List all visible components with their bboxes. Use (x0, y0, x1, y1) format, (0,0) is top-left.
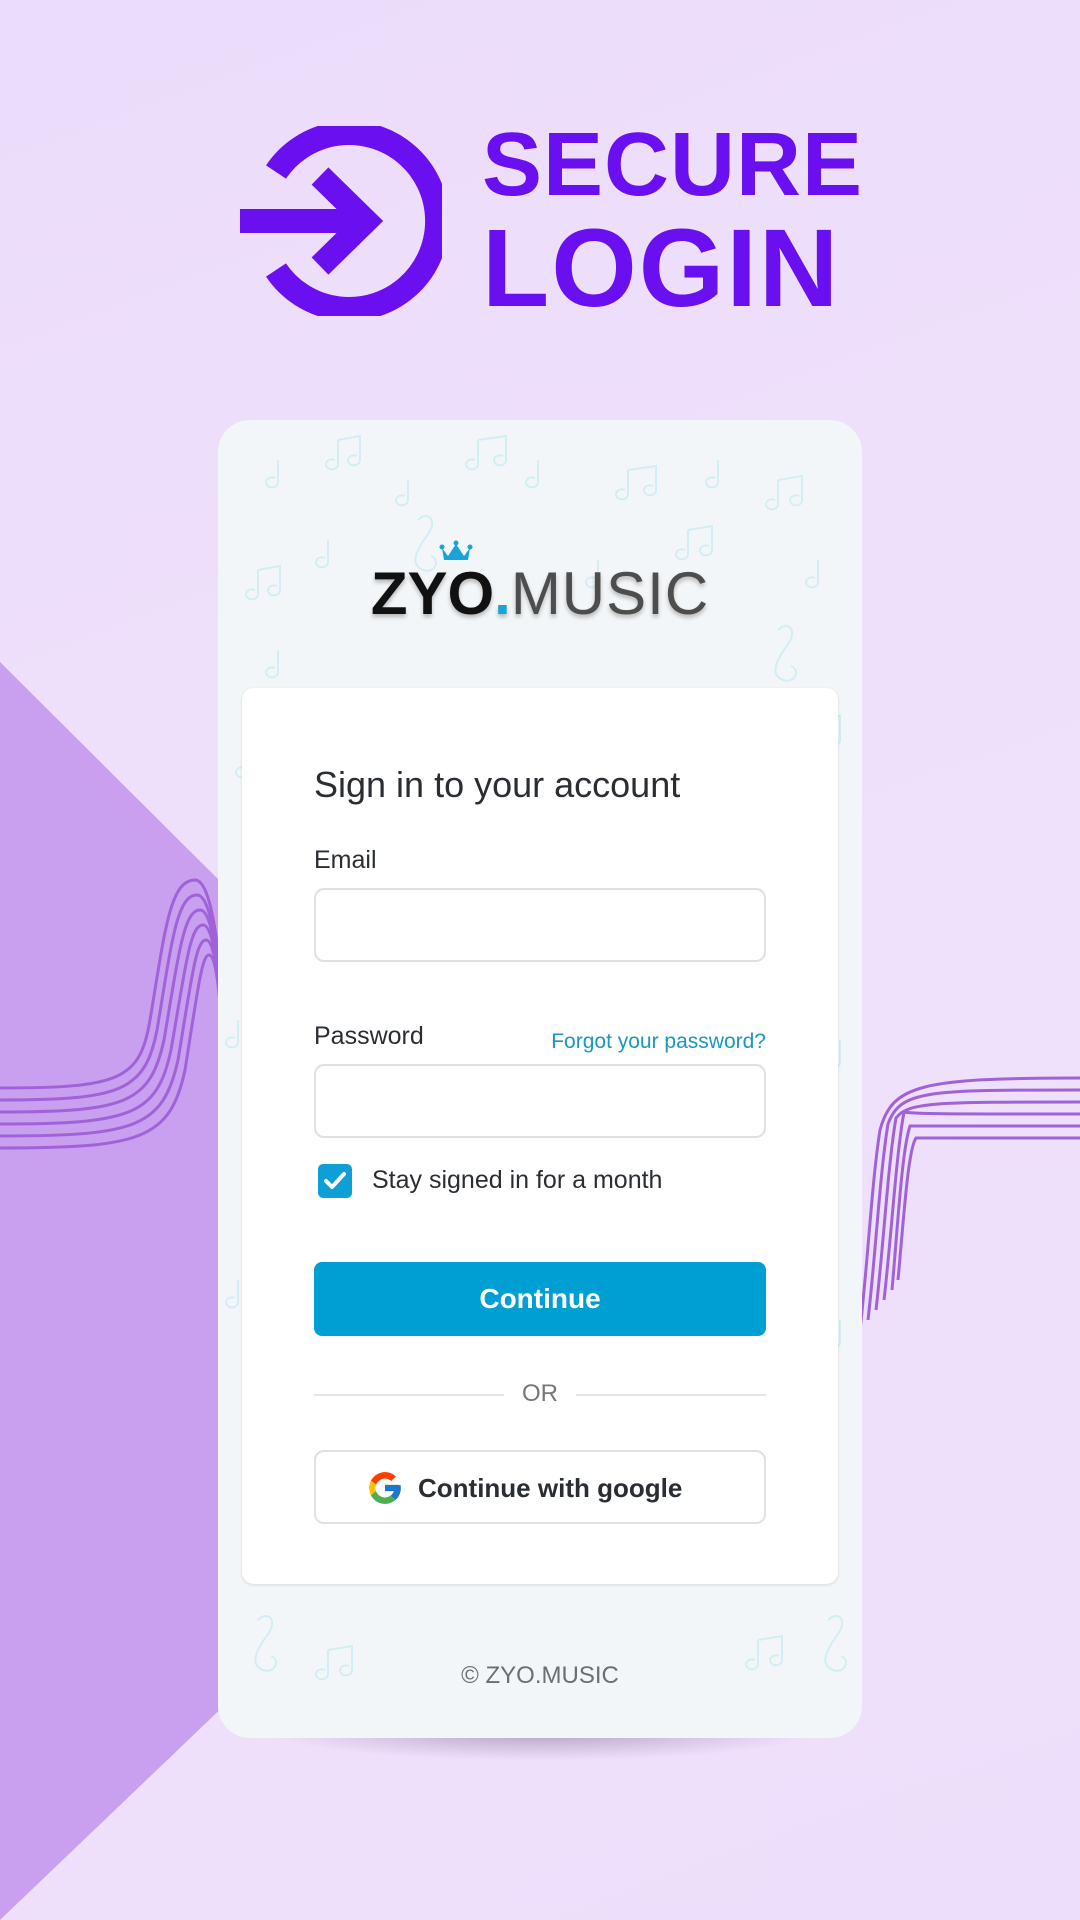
remember-me-label: Stay signed in for a month (372, 1166, 663, 1194)
checkmark-icon (324, 1172, 346, 1189)
continue-with-google-button[interactable]: Continue with google (314, 1450, 766, 1524)
brand-wordmark: ZYO.MUSIC (218, 558, 862, 630)
brand-logo: ZYO.MUSIC (218, 540, 862, 650)
continue-button[interactable]: Continue (314, 1262, 766, 1336)
remember-me-checkbox[interactable] (318, 1164, 352, 1198)
brand-name-dot: . (494, 560, 511, 627)
sign-in-form: Sign in to your account Email Password F… (242, 688, 838, 1584)
password-input[interactable] (314, 1064, 766, 1138)
divider-line-right (576, 1394, 766, 1396)
hero-title-line2: LOGIN (482, 207, 841, 330)
login-arrow-circle-icon (240, 126, 442, 316)
login-screen: ZYO.MUSIC Sign in to your account Email … (218, 420, 862, 1738)
form-title: Sign in to your account (314, 764, 681, 805)
hero-title-line1: SECURE (482, 115, 864, 215)
google-button-label: Continue with google (418, 1473, 683, 1503)
password-label: Password (314, 1022, 424, 1050)
email-label: Email (314, 846, 377, 874)
google-g-icon (369, 1472, 401, 1504)
or-divider: OR (314, 1380, 766, 1410)
brand-name-light: MUSIC (510, 560, 710, 627)
footer-copyright: © ZYO.MUSIC (461, 1662, 619, 1689)
forgot-password-link[interactable]: Forgot your password? (551, 1030, 766, 1054)
email-input[interactable] (314, 888, 766, 962)
brand-name-bold: ZYO (370, 560, 495, 627)
hero-header: SECURE LOGIN (240, 115, 880, 324)
